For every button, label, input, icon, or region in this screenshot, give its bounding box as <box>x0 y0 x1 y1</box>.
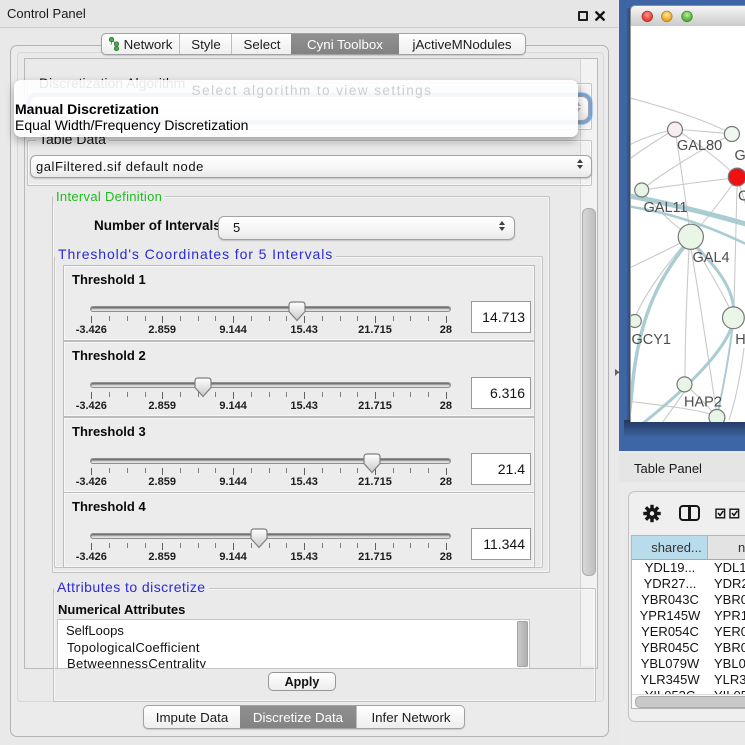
svg-text:GAL80: GAL80 <box>677 138 722 154</box>
svg-text:C: C <box>738 189 745 205</box>
svg-text:GAL4: GAL4 <box>693 250 730 266</box>
svg-text:GAL: GAL <box>735 148 745 164</box>
svg-text:GCY1: GCY1 <box>632 332 672 348</box>
svg-text:H: H <box>735 332 745 348</box>
svg-text:GAL11: GAL11 <box>644 200 688 216</box>
svg-text:HAP2: HAP2 <box>684 395 722 411</box>
